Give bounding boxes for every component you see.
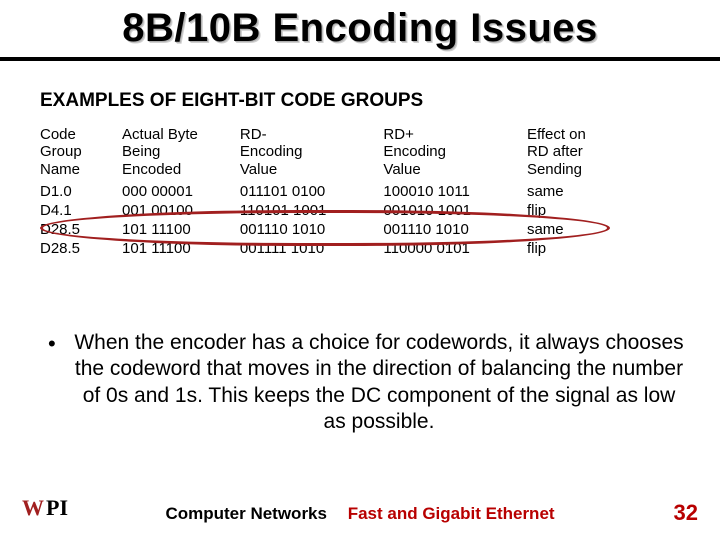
table-row: D28.5 101 11100 001110 1010 001110 1010 … [40, 220, 650, 239]
cell-rdm: 001110 1010 [240, 220, 384, 239]
cell-byte: 101 11100 [122, 220, 240, 239]
bullet-text: When the encoder has a choice for codewo… [48, 330, 688, 435]
page-number: 32 [674, 500, 698, 526]
cell-name: D28.5 [40, 220, 122, 239]
cell-rdp: 001010 1001 [383, 201, 527, 220]
footer-topic: Computer Networks [165, 504, 327, 523]
cell-effect: flip [527, 201, 650, 220]
title-area: 8B/10B Encoding Issues [0, 0, 720, 53]
section-heading: EXAMPLES OF EIGHT-BIT CODE GROUPS [40, 90, 680, 112]
cell-byte: 101 11100 [122, 239, 240, 258]
cell-name: D28.5 [40, 239, 122, 258]
cell-effect: same [527, 220, 650, 239]
th-byte: Actual ByteBeingEncoded [122, 126, 240, 182]
bullet-text-block: When the encoder has a choice for codewo… [48, 330, 688, 435]
cell-effect: same [527, 182, 650, 201]
slide-footer: W PI Computer Networks Fast and Gigabit … [0, 498, 720, 526]
cell-byte: 000 00001 [122, 182, 240, 201]
title-underline [0, 57, 720, 61]
th-name: CodeGroupName [40, 126, 122, 182]
slide: 8B/10B Encoding Issues EXAMPLES OF EIGHT… [0, 0, 720, 540]
footer-subtopic: Fast and Gigabit Ethernet [348, 504, 555, 523]
table-header-row: CodeGroupName Actual ByteBeingEncoded RD… [40, 126, 650, 182]
cell-rdp: 100010 1011 [383, 182, 527, 201]
footer-center: Computer Networks Fast and Gigabit Ether… [0, 504, 720, 524]
cell-rdm: 001111 1010 [240, 239, 384, 258]
cell-name: D4.1 [40, 201, 122, 220]
th-effect: Effect onRD afterSending [527, 126, 650, 182]
cell-name: D1.0 [40, 182, 122, 201]
cell-rdm: 110101 1001 [240, 201, 384, 220]
slide-title: 8B/10B Encoding Issues [0, 6, 720, 51]
cell-effect: flip [527, 239, 650, 258]
th-rdm: RD-EncodingValue [240, 126, 384, 182]
code-table-section: EXAMPLES OF EIGHT-BIT CODE GROUPS CodeGr… [40, 90, 680, 258]
table-row: D28.5 101 11100 001111 1010 110000 0101 … [40, 239, 650, 258]
cell-rdp: 110000 0101 [383, 239, 527, 258]
table-row: D4.1 001 00100 110101 1001 001010 1001 f… [40, 201, 650, 220]
cell-byte: 001 00100 [122, 201, 240, 220]
code-groups-table: CodeGroupName Actual ByteBeingEncoded RD… [40, 126, 650, 258]
cell-rdp: 001110 1010 [383, 220, 527, 239]
table-row: D1.0 000 00001 011101 0100 100010 1011 s… [40, 182, 650, 201]
th-rdp: RD+EncodingValue [383, 126, 527, 182]
cell-rdm: 011101 0100 [240, 182, 384, 201]
